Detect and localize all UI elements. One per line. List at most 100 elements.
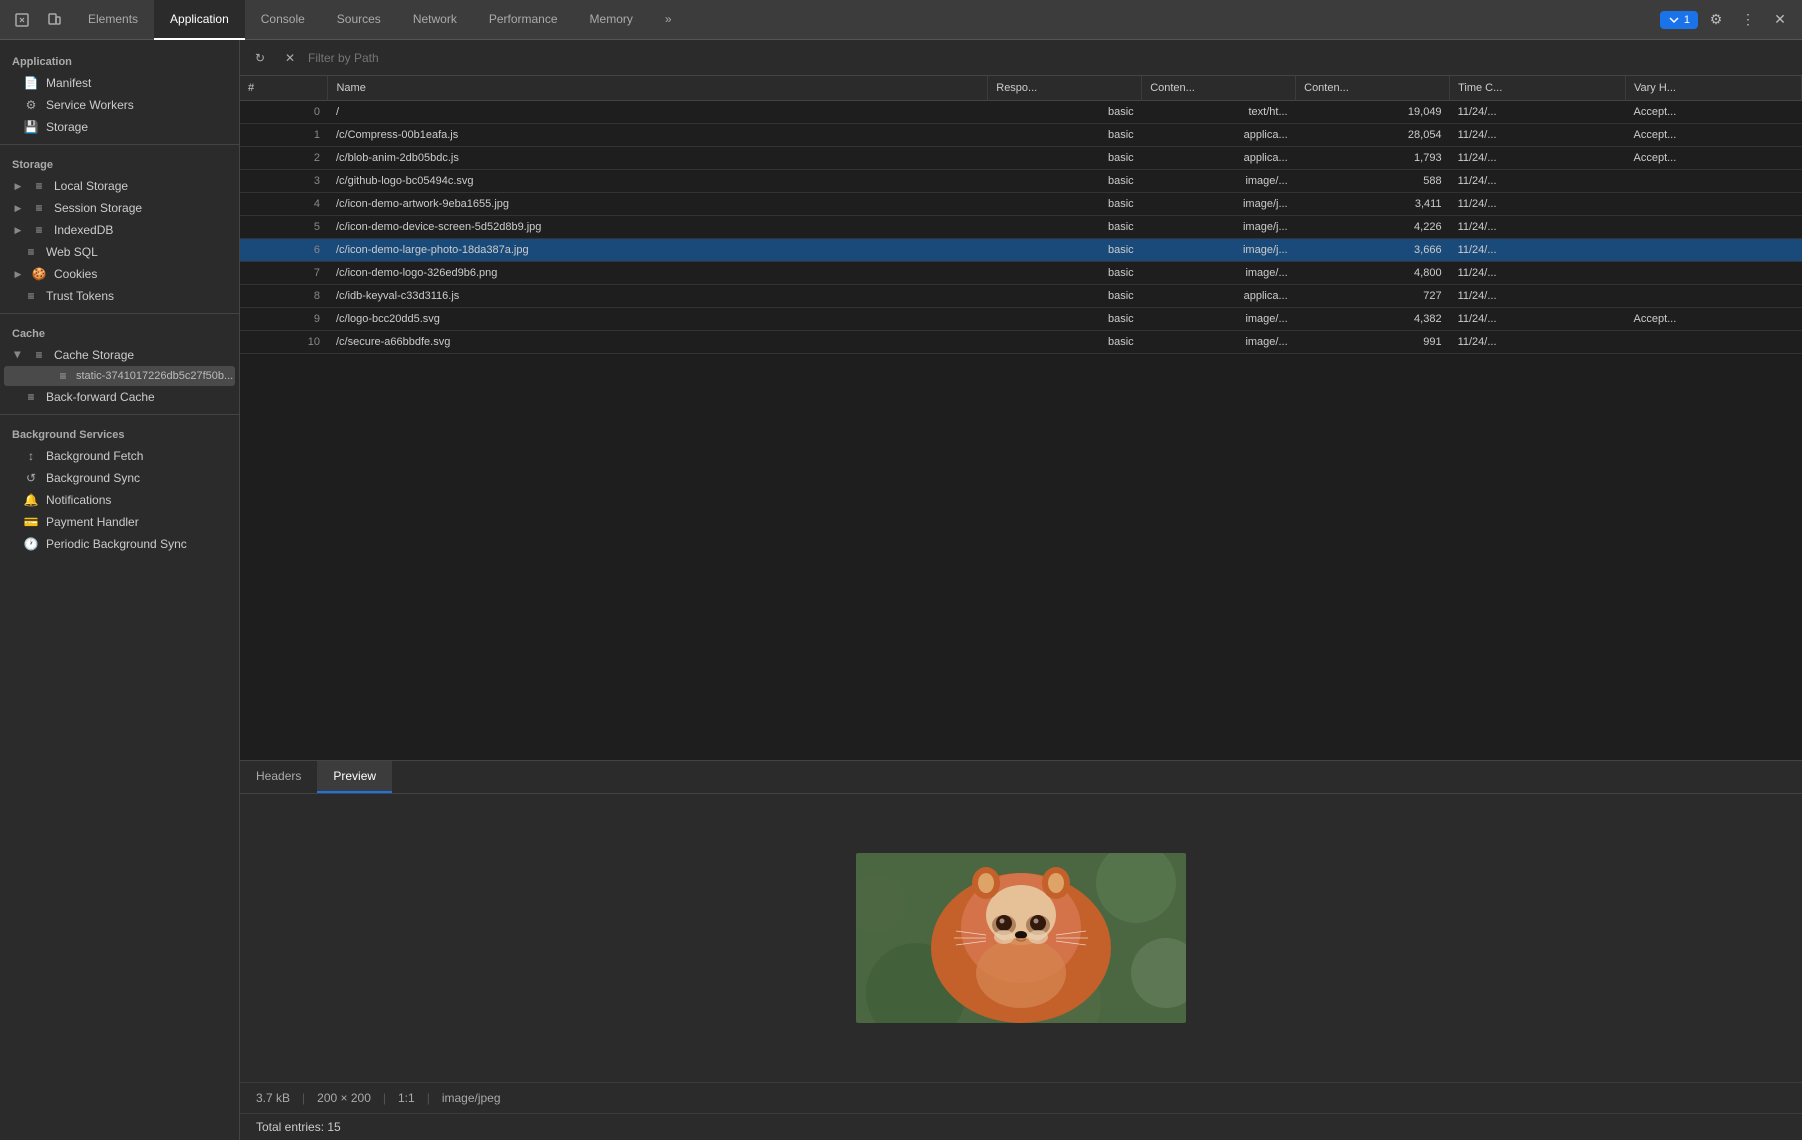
sidebar-item-websql[interactable]: ≡ Web SQL [4,241,235,263]
sidebar-item-storage-top-label: Storage [46,120,88,134]
indexeddb-icon: ≡ [32,223,46,237]
table-row[interactable]: 4 /c/icon-demo-artwork-9eba1655.jpg basi… [240,193,1802,216]
cell-content-type: image/... [1142,308,1296,331]
cell-content-length: 588 [1296,170,1450,193]
sidebar-item-cookies[interactable]: ▶ 🍪 Cookies [4,263,235,285]
sidebar-item-back-forward-cache[interactable]: ≡ Back-forward Cache [4,386,235,408]
cell-content-type: image/... [1142,170,1296,193]
cell-name: /c/idb-keyval-c33d3116.js [328,285,988,308]
cell-time: 11/24/... [1450,308,1626,331]
filter-input[interactable] [308,51,1794,65]
col-response: Respo... [988,76,1142,101]
tab-elements[interactable]: Elements [72,0,154,40]
image-ratio: 1:1 [398,1091,415,1105]
table-row[interactable]: 10 /c/secure-a66bbdfe.svg basic image/..… [240,331,1802,354]
table-row[interactable]: 6 /c/icon-demo-large-photo-18da387a.jpg … [240,239,1802,262]
sidebar-item-session-storage[interactable]: ▶ ≡ Session Storage [4,197,235,219]
cell-response: basic [988,170,1142,193]
bg-sync-icon: ↺ [24,471,38,485]
cell-name: /c/Compress-00b1eafa.js [328,124,988,147]
cell-content-type: applica... [1142,124,1296,147]
sidebar-item-manifest[interactable]: 📄 Manifest [4,72,235,94]
table-row[interactable]: 5 /c/icon-demo-device-screen-5d52d8b9.jp… [240,216,1802,239]
sidebar-item-local-storage[interactable]: ▶ ≡ Local Storage [4,175,235,197]
table-row[interactable]: 3 /c/github-logo-bc05494c.svg basic imag… [240,170,1802,193]
more-options-btn[interactable]: ⋮ [1734,6,1762,34]
manifest-icon: 📄 [24,76,38,90]
settings-btn[interactable]: ⚙ [1702,6,1730,34]
sidebar-item-service-workers[interactable]: ⚙ Service Workers [4,94,235,116]
back-forward-cache-icon: ≡ [24,390,38,404]
table-row[interactable]: 2 /c/blob-anim-2db05bdc.js basic applica… [240,147,1802,170]
headers-tab[interactable]: Headers [240,761,317,793]
sidebar-item-trust-tokens[interactable]: ≡ Trust Tokens [4,285,235,307]
sidebar-item-notifications[interactable]: 🔔 Notifications [4,489,235,511]
cache-storage-icon: ≡ [32,348,46,362]
device-mode-btn[interactable] [40,6,68,34]
tab-performance[interactable]: Performance [473,0,574,40]
tab-console[interactable]: Console [245,0,321,40]
sidebar-item-storage-top[interactable]: 💾 Storage [4,116,235,138]
sidebar-item-session-storage-label: Session Storage [54,201,142,215]
sidebar-item-cache-storage[interactable]: ▶ ≡ Cache Storage [4,344,235,366]
cell-vary: Accept... [1626,147,1802,170]
close-btn[interactable]: ✕ [1766,6,1794,34]
table-row[interactable]: 7 /c/icon-demo-logo-326ed9b6.png basic i… [240,262,1802,285]
cell-response: basic [988,239,1142,262]
cell-time: 11/24/... [1450,285,1626,308]
sidebar-item-cache-entry[interactable]: ≡ static-3741017226db5c27f50b... [4,366,235,386]
notifications-icon: 🔔 [24,493,38,507]
bottom-tabs: Headers Preview [240,761,1802,794]
col-name: Name [328,76,988,101]
cell-num: 2 [240,147,328,170]
divider-1 [0,144,239,145]
session-storage-arrow: ▶ [12,202,24,214]
sidebar-item-bg-sync[interactable]: ↺ Background Sync [4,467,235,489]
websql-icon: ≡ [24,245,38,259]
cell-vary [1626,262,1802,285]
cell-response: basic [988,101,1142,124]
sidebar-item-bg-fetch[interactable]: ↕ Background Fetch [4,445,235,467]
cell-content-length: 3,666 [1296,239,1450,262]
sidebar-item-periodic-bg-sync[interactable]: 🕐 Periodic Background Sync [4,533,235,555]
cell-name: /c/github-logo-bc05494c.svg [328,170,988,193]
console-badge-btn[interactable]: 1 [1660,11,1698,29]
col-time: Time C... [1450,76,1626,101]
cell-vary [1626,285,1802,308]
cell-num: 8 [240,285,328,308]
cell-content-type: image/... [1142,262,1296,285]
table-row[interactable]: 8 /c/idb-keyval-c33d3116.js basic applic… [240,285,1802,308]
cell-num: 5 [240,216,328,239]
cell-num: 9 [240,308,328,331]
sidebar-item-indexeddb[interactable]: ▶ ≡ IndexedDB [4,219,235,241]
divider-3 [0,414,239,415]
tab-sources[interactable]: Sources [321,0,397,40]
sidebar: Application 📄 Manifest ⚙ Service Workers… [0,40,240,1140]
image-dimensions: 200 × 200 [317,1091,371,1105]
toolbar-right: 1 ⚙ ⋮ ✕ [1660,6,1794,34]
table-row[interactable]: 0 / basic text/ht... 19,049 11/24/... Ac… [240,101,1802,124]
sidebar-item-cache-storage-label: Cache Storage [54,348,134,362]
cell-time: 11/24/... [1450,124,1626,147]
table-row[interactable]: 1 /c/Compress-00b1eafa.js basic applica.… [240,124,1802,147]
sidebar-item-back-forward-cache-label: Back-forward Cache [46,390,155,404]
payment-handler-icon: 💳 [24,515,38,529]
cell-response: basic [988,331,1142,354]
refresh-btn[interactable]: ↻ [248,46,272,70]
table-body: 0 / basic text/ht... 19,049 11/24/... Ac… [240,101,1802,354]
tab-more[interactable]: » [649,0,688,40]
preview-tab[interactable]: Preview [317,761,392,793]
sidebar-item-bg-sync-label: Background Sync [46,471,140,485]
sidebar-item-payment-handler[interactable]: 💳 Payment Handler [4,511,235,533]
cache-entry-icon: ≡ [56,369,70,383]
tab-network[interactable]: Network [397,0,473,40]
clear-btn[interactable]: ✕ [278,46,302,70]
inspect-icon-btn[interactable] [8,6,36,34]
cell-time: 11/24/... [1450,216,1626,239]
sidebar-item-indexeddb-label: IndexedDB [54,223,113,237]
table-row[interactable]: 9 /c/logo-bcc20dd5.svg basic image/... 4… [240,308,1802,331]
tab-application[interactable]: Application [154,0,245,40]
tab-memory[interactable]: Memory [574,0,649,40]
image-type: image/jpeg [442,1091,501,1105]
sidebar-item-local-storage-label: Local Storage [54,179,128,193]
